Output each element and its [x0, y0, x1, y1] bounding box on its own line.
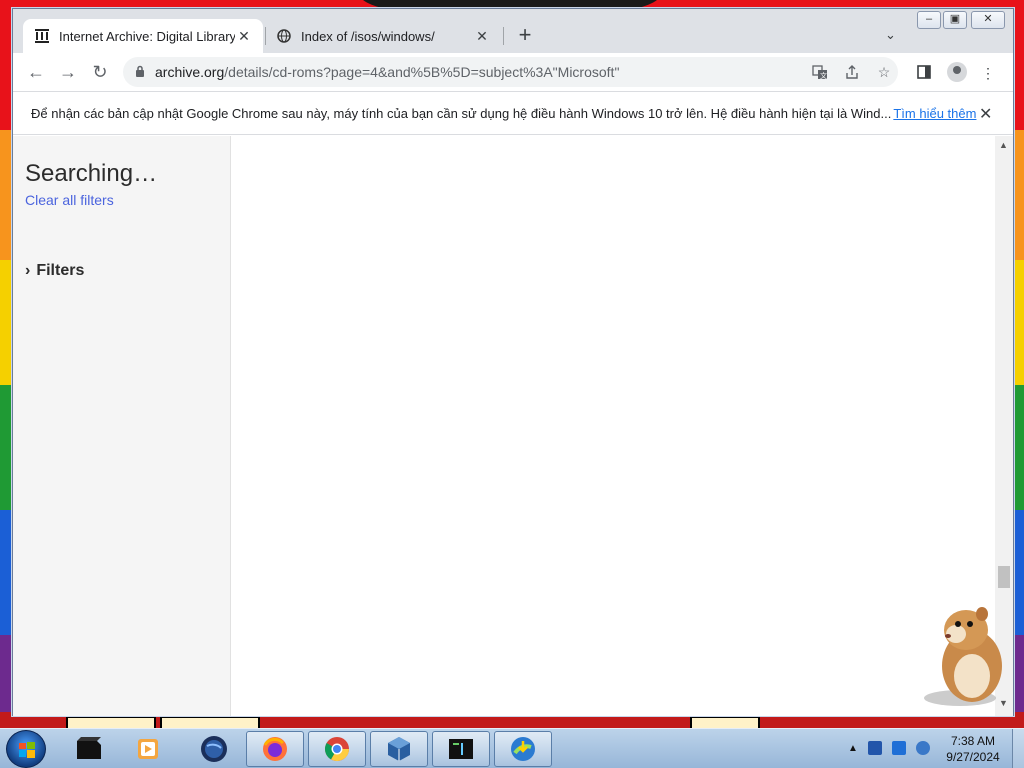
idm-icon	[511, 737, 535, 761]
globe-app-icon[interactable]	[194, 733, 234, 765]
address-bar[interactable]: archive.org/details/cd-roms?page=4&and%5…	[123, 57, 898, 87]
profile-avatar-icon[interactable]	[947, 62, 967, 82]
vlc-icon[interactable]	[128, 733, 168, 765]
chrome-icon	[324, 737, 349, 762]
menu-kebab-icon[interactable]: ⋮	[979, 65, 997, 82]
clock-date: 9/27/2024	[946, 750, 1000, 764]
terminal-icon	[449, 739, 473, 759]
chrome-window: Internet Archive: Digital Library o ✕ In…	[12, 8, 1014, 716]
filters-label: Filters	[36, 262, 85, 279]
windows-logo-icon	[18, 741, 36, 759]
back-icon[interactable]: ←	[25, 61, 47, 83]
tab-search-chevron-icon[interactable]: ⌄	[885, 27, 896, 43]
close-window-button[interactable]: ✕	[971, 11, 1005, 29]
archive-icon	[33, 27, 51, 45]
virtualbox-taskbar-button[interactable]	[370, 731, 428, 767]
firefox-icon	[263, 737, 287, 761]
clock-time: 7:38 AM	[950, 734, 996, 748]
firefox-taskbar-button[interactable]	[246, 731, 304, 767]
start-button[interactable]	[6, 730, 46, 768]
bookmark-star-icon[interactable]: ☆	[875, 64, 893, 81]
tray-expand-icon[interactable]: ▲	[848, 743, 858, 757]
translate-icon[interactable]: 文	[811, 64, 829, 83]
media-player-icon[interactable]	[68, 733, 108, 765]
side-panel-icon[interactable]	[915, 65, 933, 82]
tray-network-icon[interactable]	[916, 741, 930, 755]
url-text: archive.org/details/cd-roms?page=4&and%5…	[155, 64, 619, 80]
tab-internet-archive[interactable]: Internet Archive: Digital Library o ✕	[23, 19, 263, 53]
scroll-thumb[interactable]	[998, 566, 1010, 588]
url-path: /details/cd-roms?page=4&and%5B%5D=subjec…	[224, 64, 620, 80]
chrome-taskbar-button[interactable]	[308, 731, 366, 767]
minimize-button[interactable]: –	[917, 11, 941, 29]
virtualbox-icon	[388, 737, 410, 761]
searching-heading: Searching…	[25, 160, 158, 187]
idm-taskbar-button[interactable]	[494, 731, 552, 767]
filters-toggle[interactable]: › Filters	[25, 262, 84, 280]
show-desktop-button[interactable]	[1012, 729, 1024, 768]
new-tab-button[interactable]: +	[513, 23, 537, 47]
tray-app-icon[interactable]	[868, 741, 882, 755]
tab-title: Index of /isos/windows/	[301, 28, 435, 44]
infobar-close-icon[interactable]: ✕	[979, 104, 992, 124]
url-host: archive.org	[155, 64, 225, 80]
maximize-button[interactable]: ▣	[943, 11, 967, 29]
tray-monitor-icon[interactable]	[892, 741, 906, 755]
svg-text:文: 文	[820, 71, 827, 80]
toolbar: ← → ↻ archive.org/details/cd-roms?page=4…	[13, 53, 1013, 91]
taskbar: ▲ 7:38 AM 9/27/2024	[0, 728, 1024, 768]
scroll-up-arrow-icon[interactable]: ▲	[999, 140, 1008, 150]
forward-icon[interactable]: →	[57, 61, 79, 83]
tab-close-icon[interactable]: ✕	[235, 28, 253, 45]
hamster-desktop-pet[interactable]	[920, 600, 1012, 710]
learn-more-link[interactable]: Tìm hiểu thêm	[893, 106, 976, 121]
filters-sidebar: Searching… Clear all filters › Filters	[13, 136, 231, 716]
reload-icon[interactable]: ↻	[89, 61, 111, 83]
update-infobar: Để nhận các bản cập nhật Google Chrome s…	[13, 91, 1013, 135]
tab-separator	[503, 27, 504, 45]
tab-strip: Internet Archive: Digital Library o ✕ In…	[13, 9, 1013, 53]
lock-icon[interactable]	[135, 65, 145, 80]
tab-close-icon[interactable]: ✕	[473, 28, 491, 45]
globe-icon	[275, 27, 293, 45]
page-content: Searching… Clear all filters › Filters ▲…	[13, 136, 1013, 716]
clear-all-filters-link[interactable]: Clear all filters	[25, 192, 114, 208]
chevron-right-icon: ›	[25, 262, 31, 279]
clock[interactable]: 7:38 AM 9/27/2024	[938, 733, 1008, 765]
tab-title: Internet Archive: Digital Library o	[59, 28, 235, 44]
share-icon[interactable]	[843, 64, 861, 83]
infobar-message: Để nhận các bản cập nhật Google Chrome s…	[31, 105, 892, 121]
tab-isos-windows[interactable]: Index of /isos/windows/ ✕	[265, 19, 501, 53]
terminal-taskbar-button[interactable]	[432, 731, 490, 767]
